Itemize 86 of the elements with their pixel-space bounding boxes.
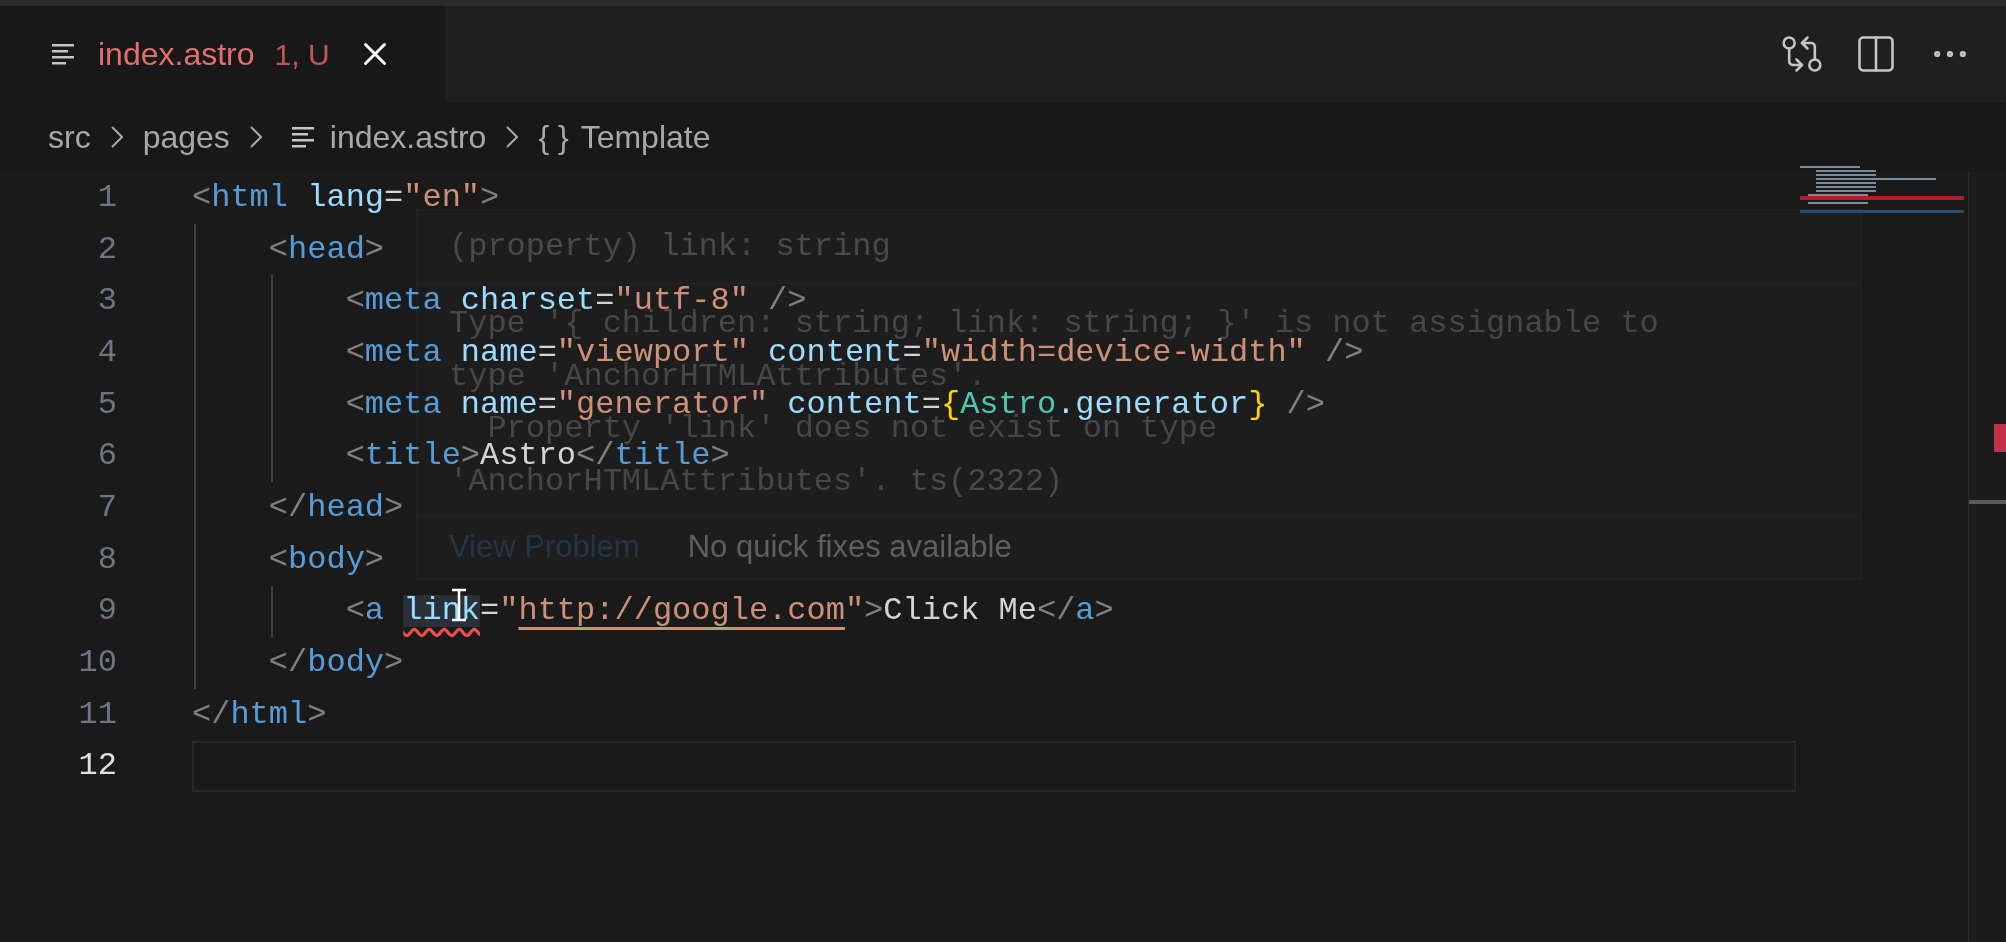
code-token: < bbox=[267, 543, 288, 576]
code-token: = bbox=[921, 388, 941, 421]
code-token: name bbox=[460, 388, 538, 421]
code-token: Click Me bbox=[883, 595, 1037, 628]
code-token: < bbox=[344, 285, 365, 318]
code-token: < bbox=[192, 181, 212, 214]
code-token: < bbox=[344, 440, 365, 473]
code-token: > bbox=[864, 595, 884, 628]
code-token: " bbox=[844, 595, 865, 628]
code-token: > bbox=[480, 181, 500, 214]
code-token: /> bbox=[768, 285, 807, 318]
code-token: content bbox=[786, 388, 922, 421]
line-number: 3 bbox=[96, 281, 117, 322]
code-token: meta bbox=[364, 285, 442, 318]
code-token: > bbox=[384, 491, 404, 524]
code-token: body bbox=[288, 543, 365, 576]
code-token: content bbox=[768, 336, 903, 369]
code-token: > bbox=[307, 698, 327, 731]
breadcrumb-item[interactable]: pages bbox=[142, 113, 230, 161]
line-number: 10 bbox=[77, 643, 117, 684]
code-token: /> bbox=[1285, 388, 1325, 421]
code-token: < bbox=[344, 388, 365, 421]
line-number: 8 bbox=[96, 539, 117, 580]
quick-fix-note: No quick fixes available bbox=[687, 528, 1012, 567]
code-token: { bbox=[940, 388, 961, 421]
code-token: = bbox=[595, 285, 615, 318]
code-token: meta bbox=[364, 336, 442, 369]
code-token: body bbox=[307, 647, 385, 680]
line-number: 5 bbox=[96, 384, 117, 425]
chevron-icon bbox=[110, 126, 123, 148]
code-token: > bbox=[460, 440, 481, 473]
code-token: = bbox=[537, 336, 557, 369]
code-token: " bbox=[499, 595, 519, 628]
breadcrumb-item[interactable]: src bbox=[48, 113, 91, 161]
line-number: 9 bbox=[96, 591, 117, 632]
line-number: 4 bbox=[96, 332, 117, 373]
code-token: Astro bbox=[960, 388, 1057, 421]
editor-tab[interactable]: index.astro 1, U bbox=[0, 6, 445, 102]
code-token: Astro bbox=[480, 440, 577, 473]
code-token: > bbox=[364, 233, 385, 266]
code-token: "width=device-width" bbox=[921, 336, 1306, 369]
code-token: > bbox=[1094, 595, 1114, 628]
code-token: lang bbox=[306, 181, 385, 214]
code-token: /> bbox=[1324, 336, 1364, 369]
code-token: = bbox=[902, 336, 922, 369]
code-token: </ bbox=[267, 491, 308, 524]
code-token: = bbox=[480, 595, 500, 628]
scrollbar[interactable] bbox=[1968, 172, 2006, 942]
code-token: </ bbox=[192, 698, 231, 731]
code-token: a bbox=[364, 595, 386, 628]
code-token: = bbox=[384, 181, 404, 214]
code-token: head bbox=[307, 491, 385, 524]
line-number: 12 bbox=[77, 746, 117, 787]
code-token: > bbox=[364, 543, 385, 576]
code-token: meta bbox=[364, 388, 442, 421]
code-token: > bbox=[710, 440, 730, 473]
code-token: = bbox=[537, 388, 557, 421]
line-number: 2 bbox=[96, 229, 117, 270]
chevron-icon bbox=[506, 126, 519, 148]
code-token: < bbox=[267, 233, 288, 266]
code-token: html bbox=[230, 698, 308, 731]
code-token: < bbox=[344, 336, 365, 369]
code-token: name bbox=[460, 336, 538, 369]
code-token: head bbox=[288, 233, 365, 266]
code-token: "en" bbox=[403, 181, 481, 214]
code-token: } bbox=[1248, 388, 1268, 421]
line-number: 6 bbox=[96, 436, 117, 477]
tab-title: index.astro bbox=[98, 35, 255, 74]
code-token: html bbox=[211, 181, 288, 214]
braces-symbol: { } bbox=[538, 118, 569, 157]
code-token: title bbox=[364, 440, 461, 473]
breadcrumb-item[interactable]: Template bbox=[580, 113, 711, 161]
code-token: "utf-8" bbox=[614, 285, 749, 318]
line-number: 1 bbox=[96, 177, 117, 218]
breadcrumb-item[interactable]: index.astro bbox=[329, 113, 487, 161]
code-token: > bbox=[384, 647, 404, 680]
code-token: </ bbox=[1036, 595, 1076, 628]
line-number: 11 bbox=[77, 694, 117, 735]
url-link[interactable]: http://google.com bbox=[518, 595, 845, 628]
code-token: charset bbox=[460, 285, 596, 318]
code-token: a bbox=[1075, 595, 1095, 628]
line-number: 7 bbox=[96, 487, 117, 528]
code-token: </ bbox=[267, 647, 308, 680]
chevron-icon bbox=[249, 126, 262, 148]
code-token: < bbox=[344, 595, 365, 628]
tab-status: 1, U bbox=[274, 36, 330, 73]
